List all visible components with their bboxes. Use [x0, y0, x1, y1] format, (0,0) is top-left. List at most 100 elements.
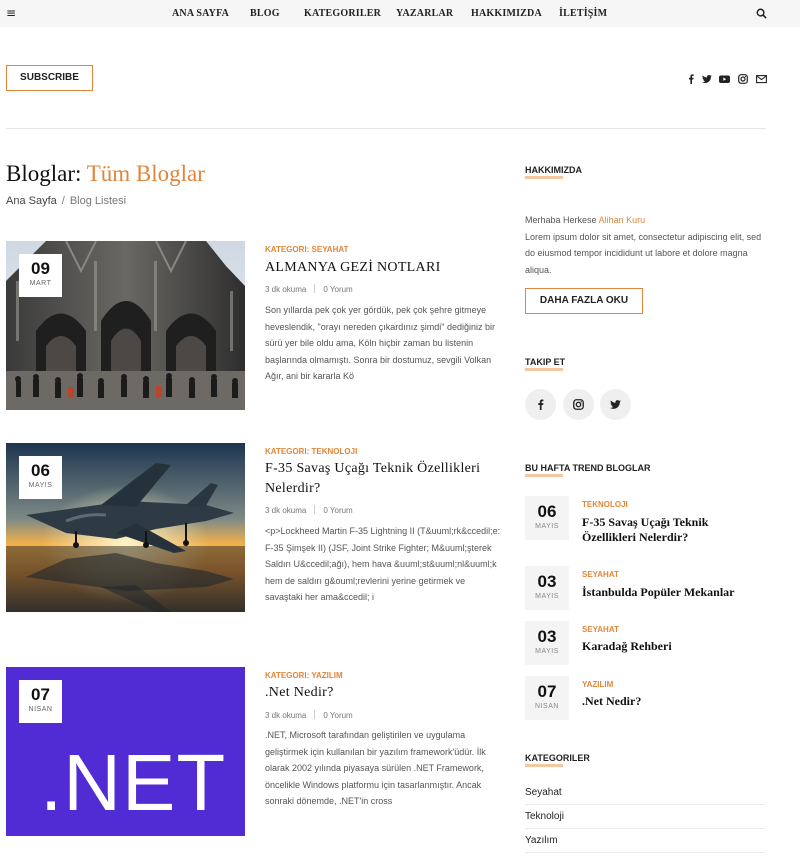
nav-item-contact[interactable]: İLETİŞİM — [559, 8, 607, 19]
trend-date-day: 03 — [537, 627, 557, 646]
post-read-time: 3 dk okuma — [265, 711, 307, 720]
twitter-icon[interactable] — [702, 71, 712, 83]
post-comments[interactable]: 0 Yorum — [323, 285, 352, 294]
heading-underline — [525, 474, 563, 477]
trend-category[interactable]: YAZILIM — [582, 680, 613, 689]
post-date-day: 07 — [31, 685, 50, 704]
breadcrumb: Ana Sayfa / Blog Listesi — [6, 195, 126, 207]
trend-date-badge: 03 MAYIS — [525, 621, 569, 665]
about-text: Merhaba Herkese Alihan Kuru Lorem ipsum … — [525, 212, 770, 278]
trend-date-month: MAYIS — [535, 523, 559, 530]
nav-item-about[interactable]: HAKKIMIZDA — [471, 8, 542, 19]
post-meta: 3 dk okuma 0 Yorum — [265, 710, 353, 720]
about-greeting: Merhaba Herkese — [525, 215, 597, 225]
post-category[interactable]: KATEGORI: SEYAHAT — [265, 245, 348, 254]
hamburger-icon[interactable]: ≡ — [6, 6, 16, 20]
nav-item-categories[interactable]: KATEGORILER — [304, 8, 381, 19]
trend-title[interactable]: Karadağ Rehberi — [582, 639, 762, 654]
categories-heading: KATEGORILER — [525, 753, 590, 767]
trend-date-day: 06 — [537, 502, 557, 521]
top-nav: ≡ ANA SAYFA BLOG KATEGORILER YAZARLAR HA… — [0, 0, 800, 27]
post-excerpt: .NET, Microsoft tarafından geliştirilen … — [265, 730, 486, 806]
nav-item-authors[interactable]: YAZARLAR — [396, 8, 453, 19]
subscribe-button[interactable]: SUBSCRIBE — [6, 65, 93, 91]
post-date-day: 06 — [31, 461, 50, 480]
category-item-seyahat[interactable]: Seyahat — [525, 781, 765, 805]
category-item-yazilim[interactable]: Yazılım — [525, 829, 765, 853]
mail-icon[interactable] — [756, 71, 767, 84]
twitter-icon — [610, 400, 621, 409]
meta-divider — [314, 710, 316, 719]
youtube-icon[interactable] — [719, 71, 730, 83]
trend-date-day: 07 — [537, 682, 557, 701]
instagram-icon[interactable] — [738, 71, 748, 84]
post-thumbnail-dotnet[interactable]: .NET 07 NISAN — [6, 667, 245, 836]
meta-divider — [314, 284, 316, 293]
follow-instagram-button[interactable] — [563, 389, 594, 420]
read-more-button[interactable]: DAHA FAZLA OKU — [525, 288, 643, 314]
trend-date-day: 03 — [537, 572, 557, 591]
category-item-teknoloji[interactable]: Teknoloji — [525, 805, 765, 829]
post-date-badge: 07 NISAN — [19, 680, 62, 723]
post-excerpt: Son yıllarda pek çok yer gördük, pek çok… — [265, 305, 496, 381]
post-date-month: MART — [29, 280, 52, 287]
about-body: Lorem ipsum dolor sit amet, consectetur … — [525, 231, 762, 275]
heading-underline — [525, 368, 563, 371]
meta-divider — [314, 505, 316, 514]
post-meta: 3 dk okuma 0 Yorum — [265, 505, 353, 515]
post-date-month: MAYIS — [28, 482, 53, 489]
about-heading-text: HAKKIMIZDA — [525, 165, 582, 175]
trend-date-badge: 03 MAYIS — [525, 566, 569, 610]
about-author-link[interactable]: Alihan Kuru — [599, 215, 646, 225]
breadcrumb-current: Blog Listesi — [69, 195, 127, 207]
post-comments[interactable]: 0 Yorum — [323, 506, 352, 515]
breadcrumb-home-link[interactable]: Ana Sayfa — [6, 195, 57, 207]
post-thumbnail-jet[interactable]: 06 MAYIS — [6, 443, 245, 612]
post-date-month: NISAN — [28, 706, 53, 713]
post-read-time: 3 dk okuma — [265, 285, 307, 294]
page-title-prefix: Bloglar: — [6, 161, 82, 186]
trend-date-month: MAYIS — [535, 648, 559, 655]
follow-twitter-button[interactable] — [600, 389, 631, 420]
trend-date-month: MAYIS — [535, 593, 559, 600]
trend-date-badge: 06 MAYIS — [525, 496, 569, 540]
facebook-icon — [538, 399, 544, 410]
trend-category[interactable]: SEYAHAT — [582, 570, 619, 579]
instagram-icon — [573, 399, 584, 410]
post-category[interactable]: KATEGORI: TEKNOLOJI — [265, 447, 357, 456]
post-excerpt: <p>Lockheed Martin F-35 Lightning II (T&… — [265, 526, 501, 602]
post-thumbnail-cathedral[interactable]: 09 MART — [6, 241, 245, 410]
page-title: Bloglar: Tüm Bloglar — [6, 161, 205, 187]
trending-heading-text: BU HAFTA TREND BLOGLAR — [525, 463, 651, 473]
breadcrumb-separator: / — [61, 195, 65, 207]
search-icon[interactable] — [756, 6, 767, 24]
heading-underline — [525, 176, 563, 179]
trend-title[interactable]: F-35 Savaş Uçağı Teknik Özellikleri Nele… — [582, 515, 762, 545]
trend-title[interactable]: .Net Nedir? — [582, 694, 762, 709]
post-date-day: 09 — [31, 259, 50, 278]
header-divider — [6, 128, 766, 129]
page-title-accent: Tüm Bloglar — [86, 161, 205, 186]
post-category[interactable]: KATEGORI: YAZILIM — [265, 671, 343, 680]
facebook-icon[interactable] — [686, 71, 696, 84]
post-date-badge: 06 MAYIS — [19, 456, 62, 499]
trend-date-badge: 07 NISAN — [525, 676, 569, 720]
post-title[interactable]: F-35 Savaş Uçağı Teknik Özellikleri Nele… — [265, 459, 505, 499]
follow-facebook-button[interactable] — [525, 389, 556, 420]
follow-heading: TAKIP ET — [525, 357, 566, 371]
dotnet-logo-text: .NET — [40, 738, 227, 827]
trend-category[interactable]: SEYAHAT — [582, 625, 619, 634]
post-date-badge: 09 MART — [19, 254, 62, 297]
about-heading: HAKKIMIZDA — [525, 165, 582, 179]
nav-item-home[interactable]: ANA SAYFA — [172, 8, 229, 19]
post-title[interactable]: .Net Nedir? — [265, 683, 505, 703]
post-comments[interactable]: 0 Yorum — [323, 711, 352, 720]
trending-heading: BU HAFTA TREND BLOGLAR — [525, 463, 651, 477]
nav-item-blog[interactable]: BLOG — [250, 8, 280, 19]
trend-date-month: NISAN — [535, 703, 559, 710]
follow-heading-text: TAKIP ET — [525, 357, 566, 367]
heading-underline — [525, 764, 563, 767]
trend-title[interactable]: İstanbulda Popüler Mekanlar — [582, 585, 762, 600]
post-title[interactable]: ALMANYA GEZİ NOTLARI — [265, 258, 505, 278]
trend-category[interactable]: TEKNOLOJI — [582, 500, 628, 509]
